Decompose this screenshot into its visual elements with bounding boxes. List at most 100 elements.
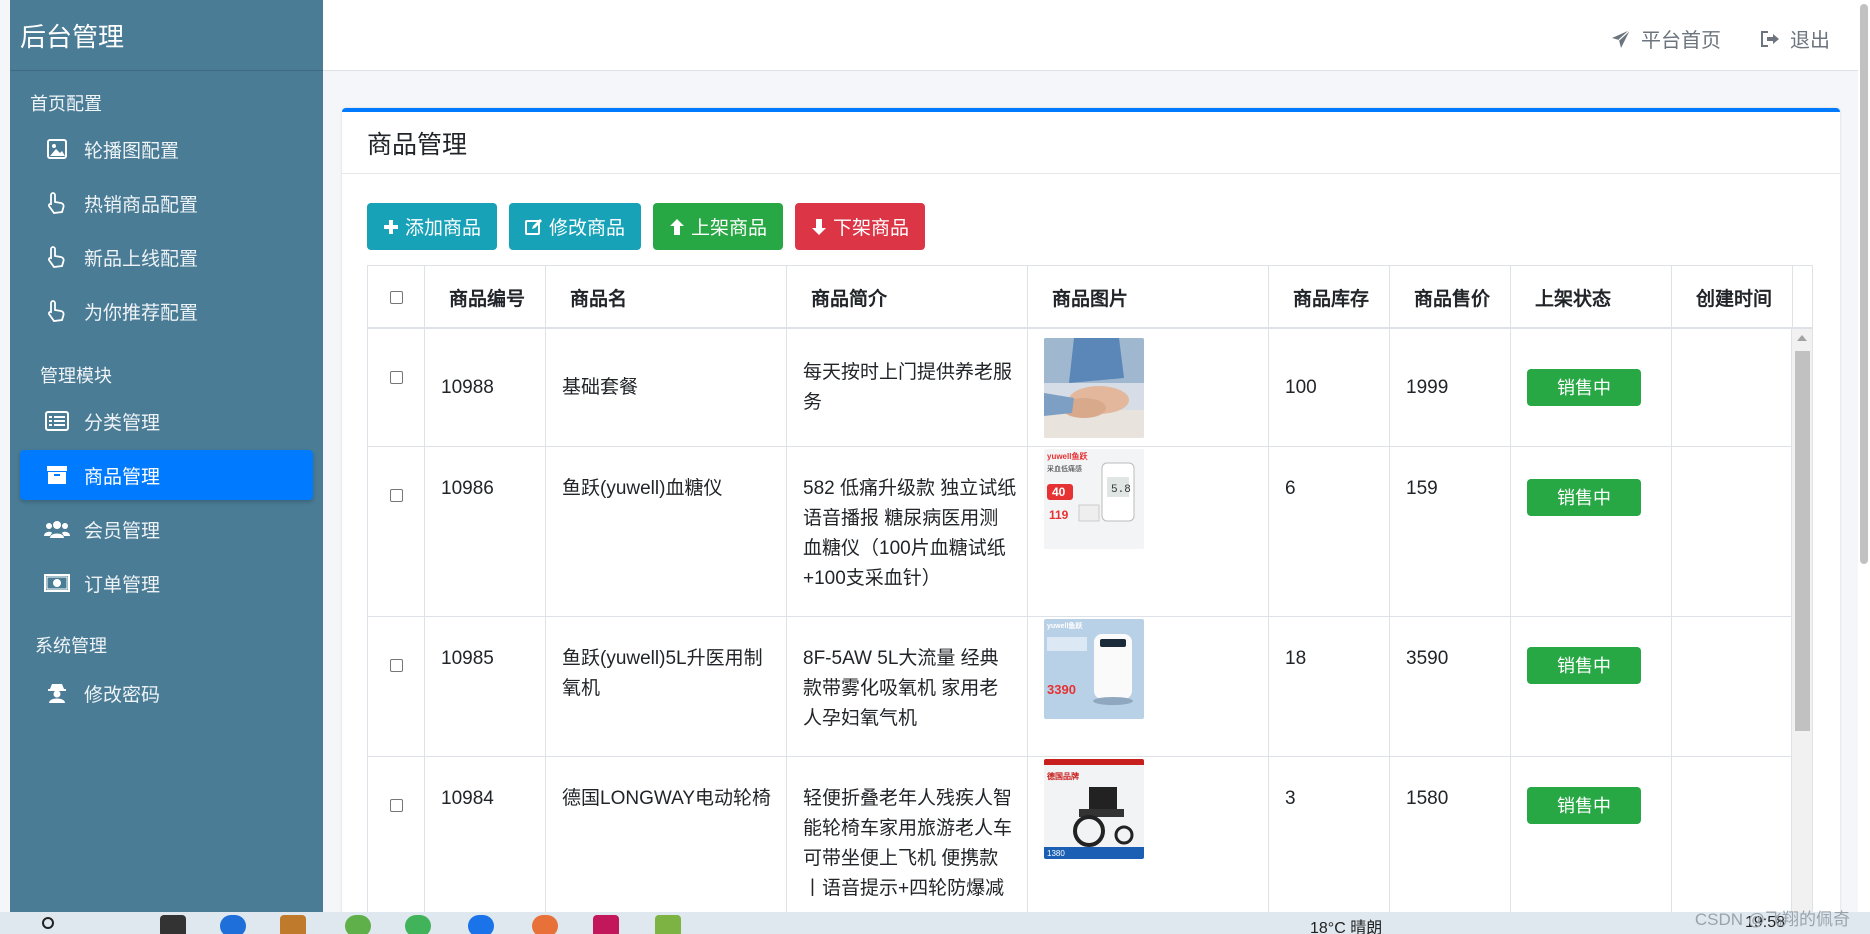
column-header[interactable]: 商品库存 bbox=[1269, 266, 1390, 329]
sidebar-item-label: 新品上线配置 bbox=[84, 248, 199, 270]
status-cell: 销售中 bbox=[1511, 329, 1672, 446]
sidebar-item-label: 轮播图配置 bbox=[84, 140, 180, 162]
goods-stock: 18 bbox=[1269, 617, 1390, 756]
ide-icon[interactable] bbox=[593, 915, 619, 934]
weather-text[interactable]: 18°C 晴朗 bbox=[1310, 914, 1382, 934]
table-row[interactable]: 10985 鱼跃(yuwell)5L升医用制氧机 8F-5AW 5L大流量 经典… bbox=[368, 617, 1793, 757]
goods-image-cell: yuwell鱼跃 3390 bbox=[1028, 617, 1269, 756]
app-icon[interactable] bbox=[220, 915, 246, 934]
row-checkbox[interactable] bbox=[390, 371, 403, 384]
sidebar-item-orders[interactable]: 订单管理 bbox=[20, 558, 313, 608]
notepad-icon[interactable] bbox=[655, 915, 681, 934]
status-badge[interactable]: 销售中 bbox=[1527, 787, 1641, 824]
app-icon[interactable] bbox=[532, 915, 558, 934]
sidebar-item-hot-goods[interactable]: 热销商品配置 bbox=[20, 178, 313, 228]
goods-name: 鱼跃(yuwell)血糖仪 bbox=[546, 447, 787, 616]
goods-image[interactable]: 德国品牌 1380 bbox=[1044, 759, 1144, 859]
row-checkbox[interactable] bbox=[390, 659, 403, 672]
platform-home-link[interactable]: 平台首页 bbox=[1611, 24, 1721, 53]
row-checkbox[interactable] bbox=[390, 799, 403, 812]
goods-image[interactable] bbox=[1044, 337, 1144, 438]
sidebar-item-goods[interactable]: 商品管理 bbox=[20, 450, 313, 500]
table-row[interactable]: 10986 鱼跃(yuwell)血糖仪 582 低痛升级款 独立试纸语音播报 糖… bbox=[368, 447, 1793, 617]
column-header[interactable]: 商品图片 bbox=[1028, 266, 1269, 329]
nav-group-title-home: 首页配置 bbox=[30, 94, 102, 114]
scroll-up-arrow-icon[interactable] bbox=[1797, 335, 1807, 341]
column-header[interactable]: 上架状态 bbox=[1511, 266, 1672, 329]
table-scrollbar[interactable] bbox=[1791, 329, 1812, 934]
column-header[interactable]: 商品简介 bbox=[787, 266, 1028, 329]
search-icon[interactable] bbox=[40, 915, 58, 934]
goods-desc: 轻便折叠老年人残疾人智能轮椅车家用旅游老人车可带坐便上飞机 便携款丨语音提示+四… bbox=[787, 757, 1028, 934]
list-goods-button[interactable]: 上架商品 bbox=[653, 203, 784, 250]
goods-created bbox=[1672, 447, 1793, 616]
status-badge[interactable]: 销售中 bbox=[1527, 369, 1641, 406]
row-checkbox[interactable] bbox=[390, 489, 403, 502]
status-badge[interactable]: 销售中 bbox=[1527, 479, 1641, 516]
svg-text:1380: 1380 bbox=[1047, 849, 1065, 858]
delist-goods-button[interactable]: 下架商品 bbox=[795, 203, 926, 250]
column-header[interactable]: 创建时间 bbox=[1672, 266, 1793, 329]
table-row[interactable]: 10988 基础套餐 每天按时上门提供养老服务 100 1999 销售中 bbox=[368, 329, 1793, 447]
goods-stock: 3 bbox=[1269, 757, 1390, 934]
status-badge[interactable]: 销售中 bbox=[1527, 647, 1641, 684]
goods-image[interactable]: yuwell鱼跃 采血低痛感 40 119 5.8 bbox=[1044, 449, 1144, 549]
table-row[interactable]: 10984 德国LONGWAY电动轮椅 轻便折叠老年人残疾人智能轮椅车家用旅游老… bbox=[368, 757, 1793, 934]
select-all-checkbox[interactable] bbox=[390, 291, 403, 304]
status-cell: 销售中 bbox=[1511, 617, 1672, 756]
card-title: 商品管理 bbox=[342, 112, 1840, 174]
sidebar-item-category[interactable]: 分类管理 bbox=[20, 396, 313, 446]
terminal-icon[interactable] bbox=[160, 915, 186, 934]
svg-text:德国品牌: 德国品牌 bbox=[1047, 771, 1079, 781]
column-header[interactable]: 商品编号 bbox=[425, 266, 546, 329]
browser-icon[interactable] bbox=[468, 915, 494, 934]
svg-text:40: 40 bbox=[1052, 485, 1066, 499]
svg-text:yuwell鱼跃: yuwell鱼跃 bbox=[1047, 451, 1088, 461]
table-header: 商品编号 商品名 商品简介 商品图片 商品库存 商品售价 上架状态 创建时间 bbox=[368, 266, 1812, 329]
edit-goods-button[interactable]: 修改商品 bbox=[509, 203, 642, 250]
page-scrollbar-thumb[interactable] bbox=[1860, 4, 1868, 564]
add-goods-button[interactable]: 添加商品 bbox=[367, 203, 498, 250]
nav-group-title-system: 系统管理 bbox=[35, 636, 107, 656]
hand-pointer-icon bbox=[44, 298, 70, 324]
goods-image[interactable]: yuwell鱼跃 3390 bbox=[1044, 619, 1144, 719]
goods-stock: 6 bbox=[1269, 447, 1390, 616]
toolbar: 添加商品 修改商品 上架商品 下架商品 bbox=[367, 203, 937, 250]
sidebar-item-members[interactable]: 会员管理 bbox=[20, 504, 313, 554]
goods-stock: 100 bbox=[1269, 329, 1390, 446]
select-all-cell bbox=[368, 266, 425, 329]
goods-desc: 8F-5AW 5L大流量 经典款带雾化吸氧机 家用老人孕妇氧气机 bbox=[787, 617, 1028, 756]
nav-group-title-modules: 管理模块 bbox=[40, 366, 112, 386]
page-scrollbar[interactable] bbox=[1858, 0, 1870, 934]
goods-price: 159 bbox=[1390, 447, 1511, 616]
users-icon bbox=[44, 516, 70, 542]
row-checkbox-cell bbox=[368, 617, 425, 756]
column-header[interactable]: 商品名 bbox=[546, 266, 787, 329]
sidebar-item-label: 修改密码 bbox=[84, 684, 161, 706]
sidebar-item-label: 商品管理 bbox=[84, 466, 161, 488]
goods-name: 基础套餐 bbox=[546, 329, 787, 446]
sign-out-icon bbox=[1761, 30, 1779, 47]
sidebar-item-label: 订单管理 bbox=[84, 574, 161, 596]
sidebar-item-change-password[interactable]: 修改密码 bbox=[20, 668, 313, 718]
app-icon[interactable] bbox=[280, 915, 306, 934]
list-icon bbox=[44, 408, 70, 434]
row-checkbox-cell bbox=[368, 757, 425, 934]
sidebar-item-recommend[interactable]: 为你推荐配置 bbox=[20, 286, 313, 336]
sidebar-item-new-goods[interactable]: 新品上线配置 bbox=[20, 232, 313, 282]
sidebar-item-carousel[interactable]: 轮播图配置 bbox=[20, 124, 313, 174]
edit-icon bbox=[525, 218, 543, 235]
wechat-icon[interactable] bbox=[405, 915, 431, 934]
goods-image-cell: 德国品牌 1380 bbox=[1028, 757, 1269, 934]
brand-title[interactable]: 后台管理 bbox=[10, 0, 323, 71]
logout-link[interactable]: 退出 bbox=[1760, 24, 1830, 53]
scrollbar-thumb[interactable] bbox=[1795, 351, 1810, 731]
hand-pointer-icon bbox=[44, 244, 70, 270]
column-header[interactable]: 商品售价 bbox=[1390, 266, 1511, 329]
goods-image-cell bbox=[1028, 329, 1269, 446]
os-taskbar: 18°C 晴朗 19:58 bbox=[0, 912, 1870, 934]
status-cell: 销售中 bbox=[1511, 757, 1672, 934]
app-icon[interactable] bbox=[345, 915, 371, 934]
row-checkbox-cell bbox=[368, 329, 425, 446]
goods-id: 10988 bbox=[425, 329, 546, 446]
